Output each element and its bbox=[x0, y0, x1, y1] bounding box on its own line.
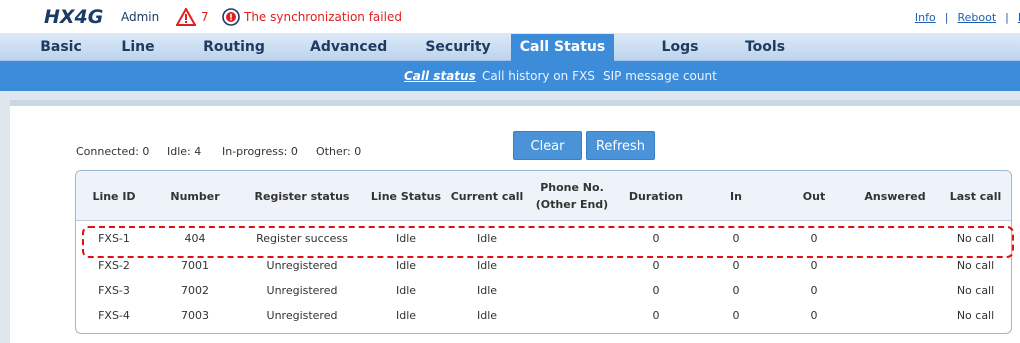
cell-number: 7001 bbox=[181, 259, 209, 272]
cell-out: 0 bbox=[810, 232, 818, 245]
cell-last-call: No call bbox=[956, 284, 995, 297]
refresh-button[interactable]: Refresh bbox=[586, 131, 655, 160]
cell-answered bbox=[852, 304, 938, 328]
nav-advanced[interactable]: Advanced bbox=[310, 34, 387, 61]
reboot-link[interactable]: Reboot bbox=[957, 11, 996, 24]
cell-current-call: Idle bbox=[476, 284, 498, 297]
cell-out: 0 bbox=[810, 309, 818, 322]
sub-nav: Call status Call history on FXS SIP mess… bbox=[0, 61, 1020, 91]
table-row[interactable]: FXS-3 7002 Unregistered Idle Idle 0 0 0 … bbox=[76, 279, 1011, 303]
cell-answered bbox=[852, 279, 938, 303]
cell-register-status: Unregistered bbox=[266, 284, 338, 297]
cell-line-status: Idle bbox=[395, 259, 417, 272]
cell-duration: 0 bbox=[652, 309, 660, 322]
table-row[interactable]: FXS-4 7003 Unregistered Idle Idle 0 0 0 … bbox=[76, 304, 1011, 328]
cell-in: 0 bbox=[732, 259, 740, 272]
cell-number: 7002 bbox=[181, 284, 209, 297]
cell-line-id: FXS-1 bbox=[98, 232, 130, 245]
cell-line-status: Idle bbox=[395, 232, 417, 245]
table-row[interactable]: FXS-2 7001 Unregistered Idle Idle 0 0 0 … bbox=[76, 254, 1011, 278]
cell-line-status: Idle bbox=[395, 284, 417, 297]
cell-register-status: Register success bbox=[256, 232, 348, 245]
call-status-table: Line ID Number Register status Line Stat… bbox=[75, 170, 1012, 334]
cell-in: 0 bbox=[732, 309, 740, 322]
top-header: HX4G Admin 7 The synchronization failed … bbox=[0, 0, 1020, 34]
top-links: Info|Reboot|L bbox=[915, 11, 1020, 24]
cell-phone-no bbox=[528, 254, 616, 278]
in-progress-count: In-progress: 0 bbox=[222, 145, 298, 158]
cell-current-call: Idle bbox=[476, 232, 498, 245]
table-row[interactable]: FXS-1 404 Register success Idle Idle 0 0… bbox=[76, 227, 1011, 251]
cell-register-status: Unregistered bbox=[266, 259, 338, 272]
subnav-call-history[interactable]: Call history on FXS bbox=[482, 69, 595, 83]
col-current-call: Current call bbox=[450, 189, 524, 203]
subnav-call-status[interactable]: Call status bbox=[404, 69, 476, 83]
col-line-status: Line Status bbox=[370, 189, 442, 203]
other-count: Other: 0 bbox=[316, 145, 362, 158]
cell-line-status: Idle bbox=[395, 309, 417, 322]
table-header: Line ID Number Register status Line Stat… bbox=[76, 171, 1011, 221]
cell-phone-no bbox=[528, 279, 616, 303]
cell-number: 7003 bbox=[181, 309, 209, 322]
idle-count: Idle: 4 bbox=[167, 145, 202, 158]
warning-icon[interactable] bbox=[176, 8, 196, 26]
nav-tools[interactable]: Tools bbox=[743, 34, 787, 61]
cell-current-call: Idle bbox=[476, 259, 498, 272]
col-answered: Answered bbox=[864, 189, 926, 203]
cell-register-status: Unregistered bbox=[266, 309, 338, 322]
cell-phone-no bbox=[528, 227, 616, 251]
col-last-call: Last call bbox=[949, 189, 1002, 203]
cell-answered bbox=[852, 254, 938, 278]
cell-phone-no bbox=[528, 304, 616, 328]
sync-status-text: The synchronization failed bbox=[244, 10, 402, 24]
cell-line-id: FXS-4 bbox=[98, 309, 130, 322]
cell-answered bbox=[852, 227, 938, 251]
nav-basic[interactable]: Basic bbox=[38, 34, 84, 61]
nav-logs[interactable]: Logs bbox=[658, 34, 702, 61]
col-phone-no: Phone No. (Other End) bbox=[535, 181, 609, 211]
nav-line[interactable]: Line bbox=[118, 34, 158, 61]
sync-clock-icon bbox=[222, 8, 240, 26]
cell-in: 0 bbox=[732, 284, 740, 297]
alert-count[interactable]: 7 bbox=[201, 10, 209, 24]
main-nav: Basic Line Routing Advanced Security Cal… bbox=[0, 34, 1020, 61]
cell-line-id: FXS-2 bbox=[98, 259, 130, 272]
cell-out: 0 bbox=[810, 259, 818, 272]
cell-last-call: No call bbox=[956, 259, 995, 272]
col-out: Out bbox=[802, 189, 826, 203]
info-link[interactable]: Info bbox=[915, 11, 936, 24]
col-duration: Duration bbox=[628, 189, 684, 203]
cell-duration: 0 bbox=[652, 232, 660, 245]
col-number: Number bbox=[170, 189, 220, 203]
subnav-sip-message-count[interactable]: SIP message count bbox=[603, 69, 717, 83]
cell-number: 404 bbox=[184, 232, 206, 245]
clear-button[interactable]: Clear bbox=[513, 131, 582, 160]
nav-security[interactable]: Security bbox=[425, 34, 491, 61]
cell-in: 0 bbox=[732, 232, 740, 245]
cell-out: 0 bbox=[810, 284, 818, 297]
nav-call-status[interactable]: Call Status bbox=[511, 34, 614, 61]
cell-last-call: No call bbox=[956, 232, 995, 245]
connected-count: Connected: 0 bbox=[76, 145, 150, 158]
col-register-status: Register status bbox=[254, 189, 350, 203]
cell-line-id: FXS-3 bbox=[98, 284, 130, 297]
brand-logo: HX4G bbox=[44, 6, 104, 28]
cell-duration: 0 bbox=[652, 259, 660, 272]
cell-last-call: No call bbox=[956, 309, 995, 322]
user-name: Admin bbox=[121, 10, 160, 24]
nav-routing[interactable]: Routing bbox=[203, 34, 265, 61]
cell-duration: 0 bbox=[652, 284, 660, 297]
col-in: In bbox=[730, 189, 742, 203]
col-line-id: Line ID bbox=[92, 189, 136, 203]
cell-current-call: Idle bbox=[476, 309, 498, 322]
